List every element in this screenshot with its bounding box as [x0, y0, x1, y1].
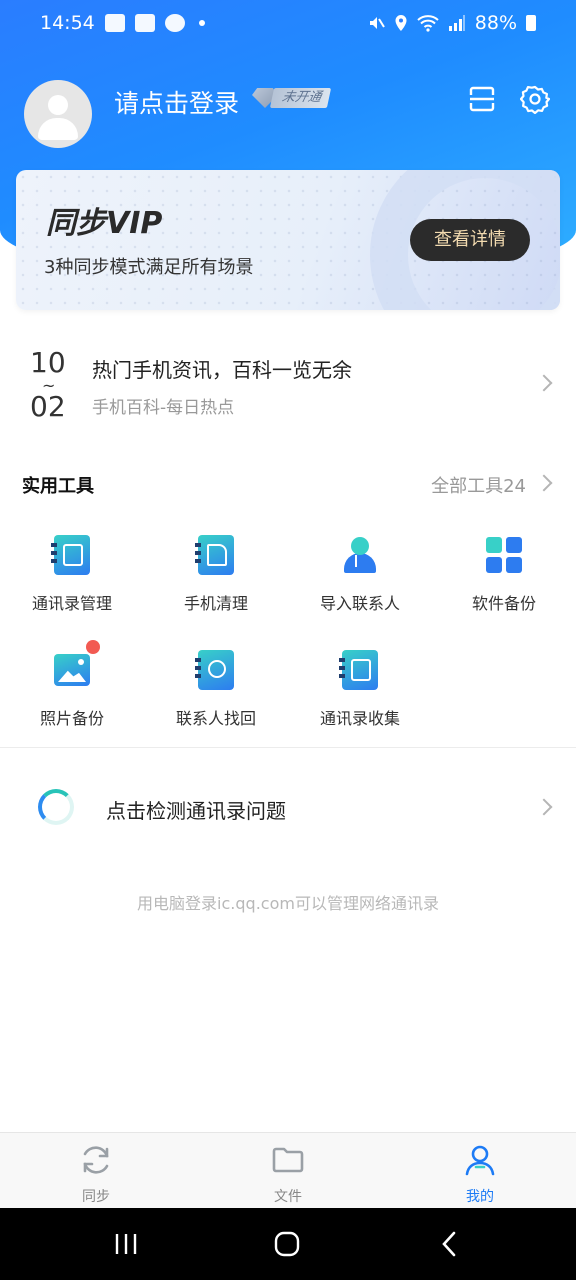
- tools-section-title: 实用工具: [22, 476, 94, 497]
- tab-profile[interactable]: 我的: [384, 1133, 576, 1208]
- news-title: 热门手机资讯，百科一览无余: [92, 358, 352, 382]
- cloud-notification-icon: [164, 14, 185, 32]
- tool-import-contacts[interactable]: 导入联系人: [288, 535, 432, 614]
- news-date-month: 10: [30, 346, 66, 379]
- status-time: 14:54: [40, 12, 95, 34]
- chevron-right-icon: [535, 474, 553, 492]
- contacts-book-icon: [51, 535, 92, 575]
- news-subtitle: 手机百科-每日热点: [92, 398, 235, 418]
- section-divider: [0, 747, 576, 748]
- tab-label: 文件: [274, 1189, 302, 1205]
- scan-icon[interactable]: [467, 84, 497, 114]
- back-icon[interactable]: [436, 1230, 464, 1258]
- location-icon: [395, 15, 407, 31]
- tab-label: 我的: [466, 1189, 494, 1205]
- more-notifications-icon: [198, 20, 205, 26]
- tool-phone-clean[interactable]: 手机清理: [144, 535, 288, 614]
- recent-apps-icon[interactable]: [112, 1230, 140, 1258]
- tool-label: 通讯录收集: [319, 709, 400, 728]
- vip-promo-card[interactable]: 同步VIP 3种同步模式满足所有场景 查看详情: [16, 170, 560, 310]
- avatar[interactable]: [24, 80, 92, 148]
- mute-icon: [369, 17, 385, 29]
- app-backup-icon: [484, 535, 524, 575]
- chevron-right-icon: [535, 374, 553, 392]
- signal-icon: [448, 15, 465, 31]
- tool-photo-backup[interactable]: 照片备份: [0, 640, 144, 729]
- battery-percent: 88%: [474, 12, 517, 34]
- contact-recover-icon: [195, 650, 236, 690]
- gallery-notification-icon: [104, 14, 125, 32]
- tool-contact-recover[interactable]: 联系人找回: [144, 650, 288, 729]
- phone-clean-icon: [195, 535, 236, 575]
- contacts-collect-icon: [339, 650, 380, 690]
- tool-contacts-manage[interactable]: 通讯录管理: [0, 535, 144, 614]
- tool-label: 联系人找回: [175, 709, 256, 728]
- view-details-button[interactable]: 查看详情: [410, 219, 530, 261]
- new-badge-dot: [86, 640, 100, 654]
- vip-status-badge: 未开通: [252, 87, 332, 109]
- profile-icon: [465, 1145, 495, 1176]
- tool-label: 通讯录管理: [31, 594, 112, 613]
- login-prompt[interactable]: 请点击登录: [114, 84, 239, 120]
- tool-app-backup[interactable]: 软件备份: [432, 535, 576, 614]
- detect-spinner-icon: [38, 789, 74, 825]
- news-date-day: 02: [30, 390, 66, 423]
- wifi-icon: [417, 15, 439, 32]
- tab-files[interactable]: 文件: [192, 1133, 384, 1208]
- app-notification-icon: [134, 14, 155, 32]
- import-contact-icon: [340, 535, 380, 575]
- tool-label: 照片备份: [39, 709, 104, 728]
- web-hint-text: 用电脑登录ic.qq.com可以管理网络通讯录: [137, 894, 439, 913]
- vip-subtitle: 3种同步模式满足所有场景: [44, 257, 254, 278]
- tab-sync[interactable]: 同步: [0, 1133, 192, 1208]
- detect-label: 点击检测通讯录问题: [106, 799, 286, 823]
- tool-label: 软件备份: [471, 594, 536, 613]
- folder-icon: [272, 1147, 304, 1173]
- vip-status-label: 未开通: [269, 88, 332, 108]
- all-tools-link[interactable]: 全部工具24: [431, 472, 526, 498]
- tool-label: 导入联系人: [319, 594, 400, 613]
- settings-icon[interactable]: [520, 84, 550, 114]
- status-bar: 14:54 88%: [0, 0, 576, 46]
- system-navigation-bar: [0, 1208, 576, 1280]
- tab-label: 同步: [82, 1189, 110, 1205]
- photo-backup-icon: [52, 640, 100, 690]
- battery-icon: [526, 15, 536, 31]
- bottom-navigation: 同步 文件 我的: [0, 1132, 576, 1208]
- sync-icon: [83, 1146, 109, 1174]
- tool-label: 手机清理: [183, 594, 248, 613]
- tool-contacts-collect[interactable]: 通讯录收集: [288, 650, 432, 729]
- vip-title: 同步VIP: [46, 206, 163, 241]
- home-icon[interactable]: [273, 1230, 301, 1258]
- chevron-right-icon: [535, 798, 553, 816]
